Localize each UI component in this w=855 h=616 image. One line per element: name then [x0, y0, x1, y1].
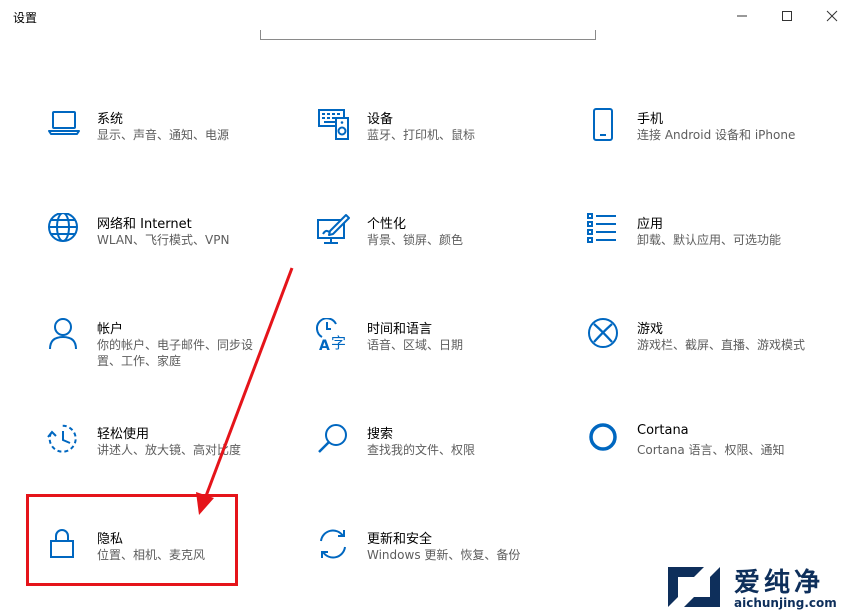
tile-desc: Windows 更新、恢复、备份	[367, 548, 521, 562]
search-icon	[316, 423, 352, 459]
tile-desc: 连接 Android 设备和 iPhone	[637, 128, 796, 142]
tile-personalization[interactable]: 个性化 背景、锁屏、颜色	[316, 213, 556, 277]
tile-title: 个性化	[367, 217, 407, 232]
tile-title: 时间和语言	[367, 322, 433, 337]
tile-network[interactable]: 网络和 Internet WLAN、飞行模式、VPN	[46, 213, 286, 277]
maximize-button[interactable]	[772, 4, 802, 28]
svg-text:字: 字	[331, 334, 346, 352]
tile-accounts[interactable]: 帐户 你的帐户、电子邮件、同步设置、工作、家庭	[46, 318, 286, 382]
tile-devices[interactable]: 设备 蓝牙、打印机、鼠标	[316, 108, 556, 172]
ease-of-access-icon	[46, 423, 82, 459]
tile-time-language[interactable]: A字 时间和语言 语音、区域、日期	[316, 318, 556, 382]
tile-desc: 语音、区域、日期	[367, 338, 464, 352]
tile-phone[interactable]: 手机 连接 Android 设备和 iPhone	[586, 108, 826, 172]
tile-title: 更新和安全	[367, 532, 433, 547]
tile-desc: 查找我的文件、权限	[367, 443, 476, 457]
tile-title: 搜索	[367, 427, 394, 442]
minimize-icon	[737, 15, 747, 17]
watermark-logo-icon	[668, 567, 720, 607]
tile-desc: 游戏栏、截屏、直播、游戏模式	[637, 338, 806, 352]
watermark-url: aichunjing.com	[734, 596, 837, 610]
close-icon	[826, 10, 838, 22]
globe-icon	[46, 213, 82, 249]
close-button[interactable]	[817, 4, 847, 28]
search-box-edge[interactable]	[260, 30, 596, 40]
tile-title: 设备	[367, 112, 394, 127]
cortana-icon	[586, 423, 622, 459]
tile-apps[interactable]: 应用 卸载、默认应用、可选功能	[586, 213, 826, 277]
tile-desc: 背景、锁屏、颜色	[367, 233, 464, 247]
tile-title: 帐户	[97, 322, 124, 337]
minimize-button[interactable]	[727, 4, 757, 28]
annotation-highlight-box	[26, 494, 238, 586]
tile-desc: 显示、声音、通知、电源	[97, 128, 230, 142]
tile-update-security[interactable]: 更新和安全 Windows 更新、恢复、备份	[316, 528, 556, 592]
tile-desc: 卸载、默认应用、可选功能	[637, 233, 782, 247]
tile-ease-of-access[interactable]: 轻松使用 讲述人、放大镜、高对比度	[46, 423, 286, 487]
tile-title: 游戏	[637, 322, 664, 337]
paint-icon	[316, 213, 352, 249]
svg-text:A: A	[319, 338, 330, 354]
keyboard-speaker-icon	[316, 108, 352, 144]
apps-list-icon	[586, 213, 622, 249]
tile-system[interactable]: 系统 显示、声音、通知、电源	[46, 108, 286, 172]
person-icon	[46, 318, 82, 354]
tile-title: 系统	[97, 112, 124, 127]
tile-title: 手机	[637, 112, 664, 127]
tile-desc: WLAN、飞行模式、VPN	[97, 233, 230, 247]
tile-desc: 讲述人、放大镜、高对比度	[97, 443, 242, 457]
watermark: 爱纯净 aichunjing.com	[664, 561, 854, 613]
xbox-icon	[586, 318, 622, 354]
window-title: 设置	[13, 11, 38, 25]
tile-cortana[interactable]: Cortana Cortana 语言、权限、通知	[586, 423, 826, 487]
time-language-icon: A字	[316, 318, 352, 354]
watermark-title: 爱纯净	[734, 568, 825, 598]
maximize-icon	[782, 11, 792, 21]
tile-desc: 你的帐户、电子邮件、同步设置、工作、家庭	[97, 338, 254, 368]
phone-icon	[586, 108, 622, 144]
tile-title: Cortana	[637, 423, 689, 438]
tile-title: 网络和 Internet	[97, 217, 192, 232]
tile-gaming[interactable]: 游戏 游戏栏、截屏、直播、游戏模式	[586, 318, 826, 382]
tile-title: 应用	[637, 217, 664, 232]
tile-desc: 蓝牙、打印机、鼠标	[367, 128, 476, 142]
title-bar: 设置	[0, 0, 855, 32]
tile-title: 轻松使用	[97, 427, 150, 442]
tile-desc: Cortana 语言、权限、通知	[637, 443, 785, 457]
sync-icon	[316, 528, 352, 564]
laptop-icon	[46, 108, 82, 144]
tile-search[interactable]: 搜索 查找我的文件、权限	[316, 423, 556, 487]
